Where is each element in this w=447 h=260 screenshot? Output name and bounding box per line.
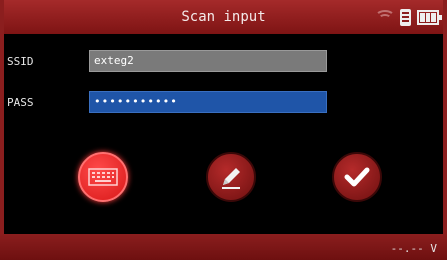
keyboard-icon: [88, 168, 118, 186]
ssid-field[interactable]: exteg2: [89, 50, 327, 72]
edit-button[interactable]: [206, 152, 256, 202]
ssid-label: SSID: [7, 55, 34, 68]
pass-label: PASS: [7, 96, 34, 109]
device-screen: Scan input SSID exteg2 PASS •••••••••••: [0, 0, 447, 260]
confirm-button[interactable]: [332, 152, 382, 202]
pencil-icon: [222, 168, 240, 189]
password-field[interactable]: •••••••••••: [89, 91, 327, 113]
checkmark-icon: [344, 167, 370, 187]
keyboard-button[interactable]: [78, 152, 128, 202]
voltage-readout: --.-- V: [390, 242, 437, 255]
screen-frame: [0, 0, 447, 260]
status-bar: --.-- V: [0, 234, 447, 260]
